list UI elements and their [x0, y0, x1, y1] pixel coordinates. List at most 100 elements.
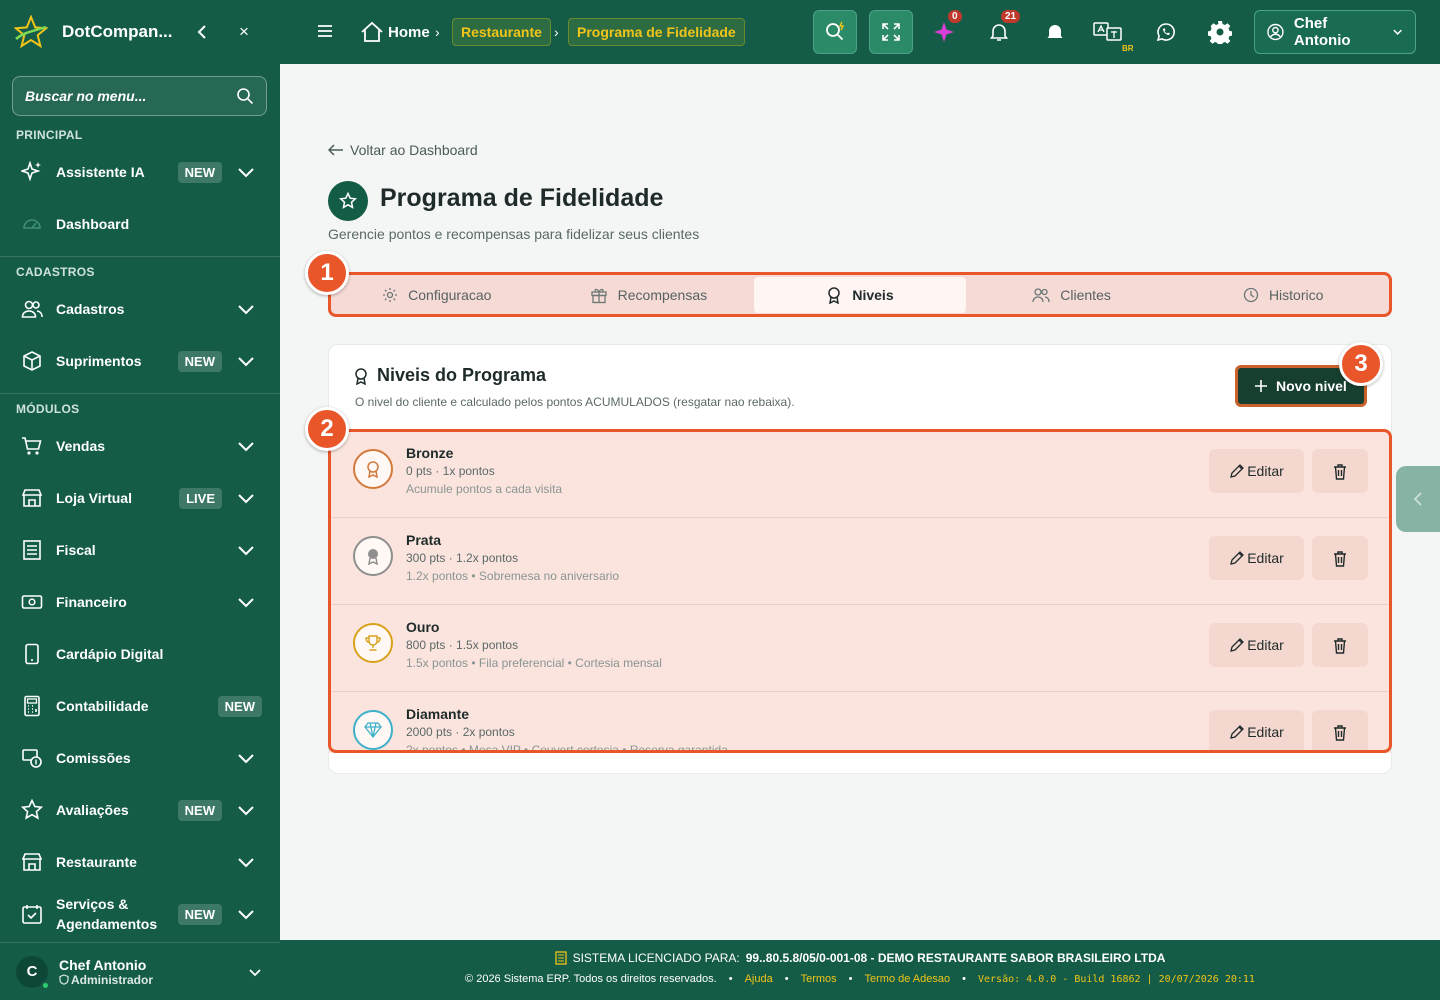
home-icon	[360, 20, 384, 44]
sidebar-item-cardapio-digital[interactable]: Cardápio Digital	[0, 630, 280, 678]
sidebar-item-label: Loja Virtual	[56, 490, 132, 506]
sidebar-item-dashboard[interactable]: Dashboard	[0, 200, 280, 248]
delete-level-button[interactable]	[1312, 449, 1368, 493]
collapse-sidebar-icon[interactable]	[192, 22, 212, 42]
tab-recompensas[interactable]: Recompensas	[543, 277, 755, 313]
sidebar-item-servicos-agendamentos[interactable]: Serviços & Agendamentos NEW	[0, 890, 280, 938]
calculator-icon	[20, 694, 44, 718]
tab-label: Recompensas	[617, 287, 708, 303]
notifications-button[interactable]	[987, 20, 1011, 44]
tab-historico[interactable]: Historico	[1177, 277, 1389, 313]
license-label: SISTEMA LICENCIADO PARA:	[572, 951, 740, 965]
edit-level-button[interactable]: Editar	[1209, 710, 1304, 753]
tab-label: Clientes	[1060, 287, 1111, 303]
breadcrumb-separator: ›	[435, 24, 440, 40]
pencil-icon	[1230, 725, 1245, 739]
users-icon	[20, 297, 44, 321]
footer-link-termo-adesao[interactable]: Termo de Adesao	[865, 973, 951, 985]
edit-label: Editar	[1247, 550, 1284, 566]
sidebar-item-financeiro[interactable]: Financeiro	[0, 578, 280, 626]
online-status-dot	[41, 980, 50, 990]
receipt-icon	[20, 538, 44, 562]
version-info: Versão: 4.0.0 - Build 16862 | 20/07/2026…	[977, 973, 1255, 985]
levels-card: Niveis do Programa O nivel do cliente e …	[328, 344, 1392, 774]
store-icon	[20, 486, 44, 510]
delete-level-button[interactable]	[1312, 536, 1368, 580]
sidebar-item-fiscal[interactable]: Fiscal	[0, 526, 280, 574]
restaurant-icon	[20, 850, 44, 874]
menu-search-input[interactable]	[25, 88, 236, 104]
sidebar-item-contabilidade[interactable]: Contabilidade NEW	[0, 682, 280, 730]
main-content: Voltar ao Dashboard Programa de Fidelida…	[280, 64, 1440, 940]
alerts-button[interactable]	[1043, 20, 1067, 44]
section-modulos: MÓDULOS	[16, 402, 80, 416]
gift-icon	[590, 288, 607, 304]
level-benefits: Acumule pontos a cada visita	[406, 482, 563, 496]
commission-icon	[20, 746, 44, 770]
menu-icon[interactable]	[316, 22, 334, 40]
clock-icon	[1243, 287, 1259, 303]
tab-label: Historico	[1268, 287, 1324, 303]
sidebar-item-label: Contabilidade	[56, 698, 149, 714]
breadcrumb-home[interactable]: Home	[360, 20, 430, 44]
page-title: Programa de Fidelidade	[380, 184, 664, 212]
footer-link-termos[interactable]: Termos	[801, 973, 837, 985]
sidebar-user[interactable]: C Chef Antonio Administrador	[0, 942, 280, 1000]
whatsapp-button[interactable]	[1154, 20, 1178, 44]
pencil-icon	[1230, 638, 1245, 652]
footer-bullet: •	[728, 973, 733, 985]
side-drawer-toggle[interactable]	[1396, 466, 1440, 532]
sidebar-item-loja-virtual[interactable]: Loja Virtual LIVE	[0, 474, 280, 522]
gauge-icon	[20, 212, 44, 236]
level-benefits: 2x pontos • Mesa VIP • Couvert cortesia …	[406, 743, 728, 753]
delete-level-button[interactable]	[1312, 710, 1368, 753]
level-benefits: 1.5x pontos • Fila preferencial • Cortes…	[406, 656, 662, 670]
level-row-diamante: Diamante 2000 pts · 2x pontos 2x pontos …	[329, 692, 1391, 753]
close-sidebar-icon[interactable]: ×	[234, 22, 254, 42]
fullscreen-button[interactable]	[869, 10, 913, 54]
bell-icon	[989, 24, 1009, 41]
tab-configuracao[interactable]: Configuracao	[331, 277, 543, 313]
box-icon	[20, 349, 44, 373]
star-icon	[328, 181, 368, 221]
chevron-down-icon	[238, 305, 254, 315]
language-button[interactable]	[1092, 20, 1128, 44]
delete-level-button[interactable]	[1312, 623, 1368, 667]
cart-icon	[20, 434, 44, 458]
avatar: C	[16, 955, 50, 990]
sidebar-item-label: Vendas	[56, 438, 106, 454]
edit-level-button[interactable]: Editar	[1209, 449, 1304, 493]
sidebar-item-assistente-ia[interactable]: Assistente IA NEW	[0, 148, 280, 196]
tab-clientes[interactable]: Clientes	[966, 277, 1178, 313]
annotation-marker-1: 1	[305, 251, 349, 295]
card-title-label: Niveis do Programa	[377, 365, 547, 385]
level-name: Bronze	[406, 445, 454, 461]
sidebar-item-suprimentos[interactable]: Suprimentos NEW	[0, 337, 280, 385]
level-meta: 800 pts · 1.5x pontos	[406, 638, 519, 652]
global-search-button[interactable]	[813, 10, 857, 54]
notification-count-badge: 21	[1001, 10, 1021, 23]
back-to-dashboard-link[interactable]: Voltar ao Dashboard	[328, 142, 478, 158]
sidebar-item-restaurante[interactable]: Restaurante	[0, 838, 280, 886]
breadcrumb-restaurante[interactable]: Restaurante	[452, 18, 551, 46]
star-logo-icon	[14, 15, 48, 49]
sidebar-item-avaliacoes[interactable]: Avaliações NEW	[0, 786, 280, 834]
bell-filled-icon	[1047, 25, 1063, 40]
medal-icon	[353, 449, 393, 489]
tab-niveis[interactable]: Niveis	[754, 277, 966, 313]
search-icon[interactable]	[236, 87, 254, 105]
chevron-down-icon	[238, 806, 254, 816]
settings-button[interactable]	[1208, 20, 1232, 44]
sidebar-item-vendas[interactable]: Vendas	[0, 422, 280, 470]
ai-assistant-button[interactable]	[932, 20, 956, 44]
edit-level-button[interactable]: Editar	[1209, 536, 1304, 580]
sidebar-item-comissoes[interactable]: Comissões	[0, 734, 280, 782]
user-menu-button[interactable]: Chef Antonio	[1254, 10, 1416, 54]
footer-link-ajuda[interactable]: Ajuda	[745, 973, 773, 985]
new-badge: NEW	[217, 695, 262, 717]
license-line: SISTEMA LICENCIADO PARA: 99..80.5.8/05/0…	[280, 951, 1440, 965]
edit-level-button[interactable]: Editar	[1209, 623, 1304, 667]
sidebar-item-cadastros[interactable]: Cadastros	[0, 285, 280, 333]
pencil-icon	[1230, 551, 1245, 565]
sidebar-item-label: Serviços & Agendamentos	[56, 896, 158, 932]
